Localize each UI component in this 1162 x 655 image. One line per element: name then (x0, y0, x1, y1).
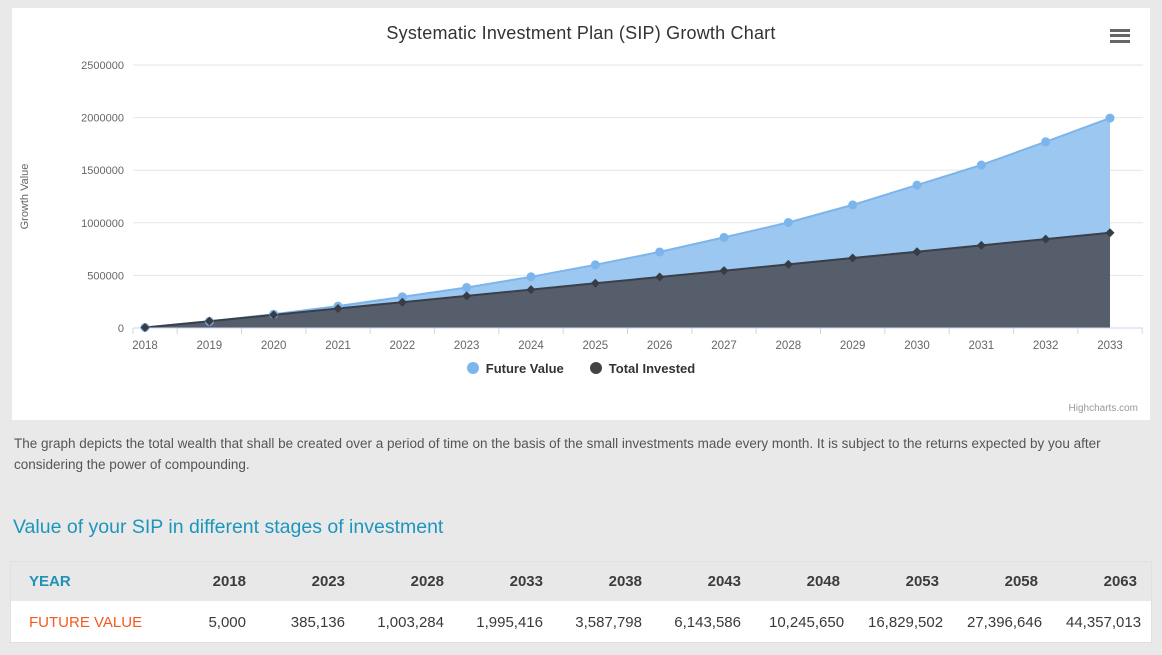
chart-description: The graph depicts the total wealth that … (14, 434, 1134, 476)
hamburger-bar (1110, 29, 1130, 32)
chart-title: Systematic Investment Plan (SIP) Growth … (12, 8, 1150, 44)
chart-legend: Future Value Total Invested (12, 356, 1150, 380)
future-value-cell: 10,245,650 (755, 603, 854, 642)
future-value-cell: 16,829,502 (854, 603, 953, 642)
x-axis-tick-label: 2024 (518, 340, 544, 352)
hamburger-bar (1110, 34, 1130, 37)
future-value-cell: 1,003,284 (359, 603, 458, 642)
y-axis-tick-label: 2000000 (81, 113, 124, 125)
chart-context-menu-icon[interactable] (1108, 24, 1132, 46)
x-axis-tick-label: 2028 (776, 340, 802, 352)
data-point-future-value[interactable] (655, 247, 664, 256)
x-axis-tick-label: 2027 (711, 340, 737, 352)
legend-marker-icon (467, 362, 479, 374)
x-axis-tick-label: 2021 (325, 340, 351, 352)
year-header-cell: 2023 (260, 562, 359, 603)
x-axis-tick-label: 2025 (583, 340, 609, 352)
y-axis-title: Growth Value (19, 164, 31, 230)
x-axis-tick-label: 2023 (454, 340, 480, 352)
legend-marker-icon (590, 362, 602, 374)
year-header-cell: 2028 (359, 562, 458, 603)
year-header-cell: 2018 (161, 562, 260, 603)
x-axis-tick-label: 2019 (197, 340, 223, 352)
data-point-future-value[interactable] (848, 200, 857, 209)
table-header-row: YEAR 20182023202820332038204320482053205… (11, 562, 1151, 603)
future-value-cell: 44,357,013 (1052, 603, 1151, 642)
x-axis-tick-label: 2033 (1097, 340, 1123, 352)
legend-item-future-value[interactable]: Future Value (467, 361, 564, 376)
year-header-cell: 2038 (557, 562, 656, 603)
x-axis-tick-label: 2018 (132, 340, 158, 352)
year-header-cell: 2063 (1052, 562, 1151, 603)
year-header-cell: 2058 (953, 562, 1052, 603)
year-header-cell: 2053 (854, 562, 953, 603)
data-point-future-value[interactable] (913, 181, 922, 190)
legend-item-total-invested[interactable]: Total Invested (590, 361, 695, 376)
y-axis-tick-label: 2500000 (81, 60, 124, 72)
year-header-cell: 2043 (656, 562, 755, 603)
future-value-cell: 1,995,416 (458, 603, 557, 642)
data-point-future-value[interactable] (720, 233, 729, 242)
sip-stages-table: YEAR 20182023202820332038204320482053205… (10, 561, 1152, 643)
future-value-cell: 3,587,798 (557, 603, 656, 642)
section-heading: Value of your SIP in different stages of… (13, 516, 1162, 539)
growth-chart-plot: 0 500000 1000000 1500000 2000000 2500000 Growt… (12, 44, 1150, 362)
data-point-future-value[interactable] (591, 260, 600, 269)
future-value-cell: 5,000 (161, 603, 260, 642)
y-axis-tick-label: 1500000 (81, 165, 124, 177)
year-header-label: YEAR (11, 562, 161, 603)
data-point-future-value[interactable] (1041, 137, 1050, 146)
x-axis-tick-label: 2026 (647, 340, 673, 352)
data-point-future-value[interactable] (462, 283, 471, 292)
x-axis-tick-label: 2022 (390, 340, 416, 352)
y-axis-tick-label: 0 (118, 323, 124, 335)
year-header-cell: 2048 (755, 562, 854, 603)
legend-label: Total Invested (609, 361, 695, 376)
x-axis-tick-label: 2029 (840, 340, 866, 352)
y-axis-tick-label: 500000 (87, 270, 124, 282)
data-point-future-value[interactable] (784, 218, 793, 227)
year-header-cell: 2033 (458, 562, 557, 603)
x-axis-tick-label: 2032 (1033, 340, 1059, 352)
x-axis-tick-label: 2031 (969, 340, 995, 352)
x-axis-tick-label: 2020 (261, 340, 287, 352)
hamburger-bar (1110, 40, 1130, 43)
x-axis-tick-label: 2030 (904, 340, 930, 352)
table-row: FUTURE VALUE 5,000385,1361,003,2841,995,… (11, 603, 1151, 642)
future-value-cell: 6,143,586 (656, 603, 755, 642)
data-point-future-value[interactable] (977, 161, 986, 170)
sip-chart-card: Systematic Investment Plan (SIP) Growth … (12, 8, 1150, 420)
highcharts-credit[interactable]: Highcharts.com (1069, 403, 1138, 414)
legend-label: Future Value (486, 361, 564, 376)
y-axis-tick-label: 1000000 (81, 218, 124, 230)
future-value-cell: 27,396,646 (953, 603, 1052, 642)
data-point-future-value[interactable] (527, 272, 536, 281)
future-value-cell: 385,136 (260, 603, 359, 642)
sip-table-wrap: YEAR 20182023202820332038204320482053205… (10, 561, 1152, 643)
data-point-future-value[interactable] (1106, 114, 1115, 123)
future-value-row-label: FUTURE VALUE (11, 603, 161, 642)
